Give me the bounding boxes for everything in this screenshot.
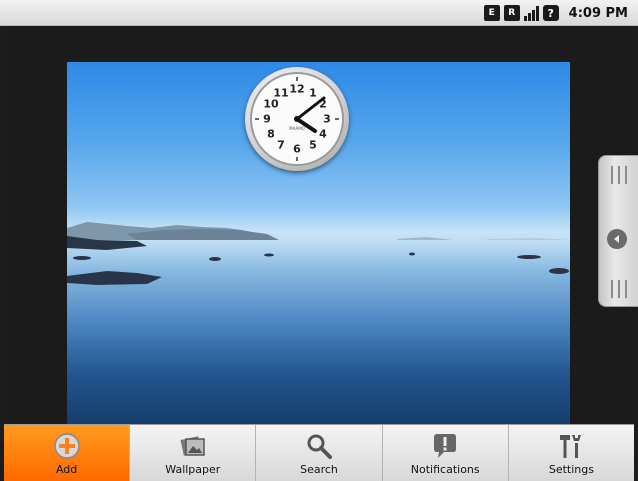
numeral-4: 4 [319, 128, 327, 141]
numeral-6: 6 [293, 143, 301, 156]
menu-label-wallpaper: Wallpaper [165, 463, 221, 476]
network-e-icon: E [483, 5, 500, 21]
settings-icon [560, 435, 582, 458]
status-icons: E R ? 4:09 PM [483, 3, 628, 23]
menu-item-add[interactable]: Add [4, 425, 131, 481]
menu-label-settings: Settings [548, 463, 594, 476]
app-drawer-handle[interactable] [598, 155, 638, 307]
wallpaper-icon [180, 436, 205, 456]
add-icon [53, 433, 80, 459]
menu-label-add: Add [55, 463, 78, 476]
notifications-icon [434, 434, 457, 458]
status-time: 4:09 PM [568, 5, 628, 21]
menu-item-settings[interactable]: Settings [509, 425, 634, 481]
numeral-9: 9 [263, 113, 271, 126]
unknown-status-icon: ? [542, 5, 559, 21]
network-r-icon: R [503, 5, 520, 21]
clock-brand: MAAMO [289, 126, 305, 131]
search-icon [307, 434, 332, 459]
menu-item-search[interactable]: Search [256, 425, 383, 481]
numeral-5: 5 [309, 139, 317, 152]
numeral-12: 12 [289, 83, 304, 96]
menu-label-search: Search [300, 463, 338, 476]
numeral-11: 11 [273, 87, 288, 100]
signal-strength-icon [523, 5, 539, 21]
grip-top [611, 166, 627, 184]
numeral-1: 1 [309, 87, 317, 100]
numeral-8: 8 [267, 128, 275, 141]
numeral-3: 3 [323, 113, 331, 126]
analog-clock-widget[interactable]: 12 1 2 3 4 5 6 7 8 9 10 11 MAAMO [245, 67, 349, 171]
open-drawer-arrow-icon[interactable] [607, 229, 627, 249]
status-bar: E R ? 4:09 PM [0, 0, 638, 26]
grip-bottom [611, 280, 627, 298]
numeral-7: 7 [277, 139, 285, 152]
clock-face: 12 1 2 3 4 5 6 7 8 9 10 11 MAAMO [250, 72, 344, 166]
menu-label-notifications: Notifications [410, 463, 480, 476]
options-menu: Add Wallpaper Search Notifications Setti… [4, 424, 634, 481]
menu-item-notifications[interactable]: Notifications [383, 425, 509, 481]
menu-item-wallpaper[interactable]: Wallpaper [130, 425, 257, 481]
